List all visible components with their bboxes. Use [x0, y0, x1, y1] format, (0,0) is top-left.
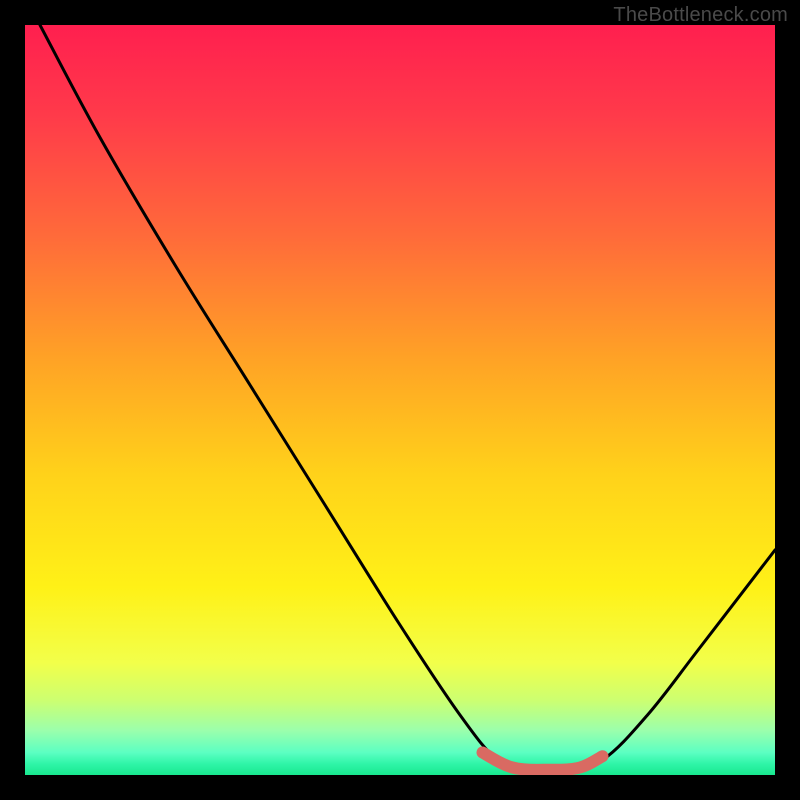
frame: TheBottleneck.com: [0, 0, 800, 800]
watermark-text: TheBottleneck.com: [613, 4, 788, 27]
background-gradient: [25, 25, 775, 775]
plot-area: [25, 25, 775, 775]
